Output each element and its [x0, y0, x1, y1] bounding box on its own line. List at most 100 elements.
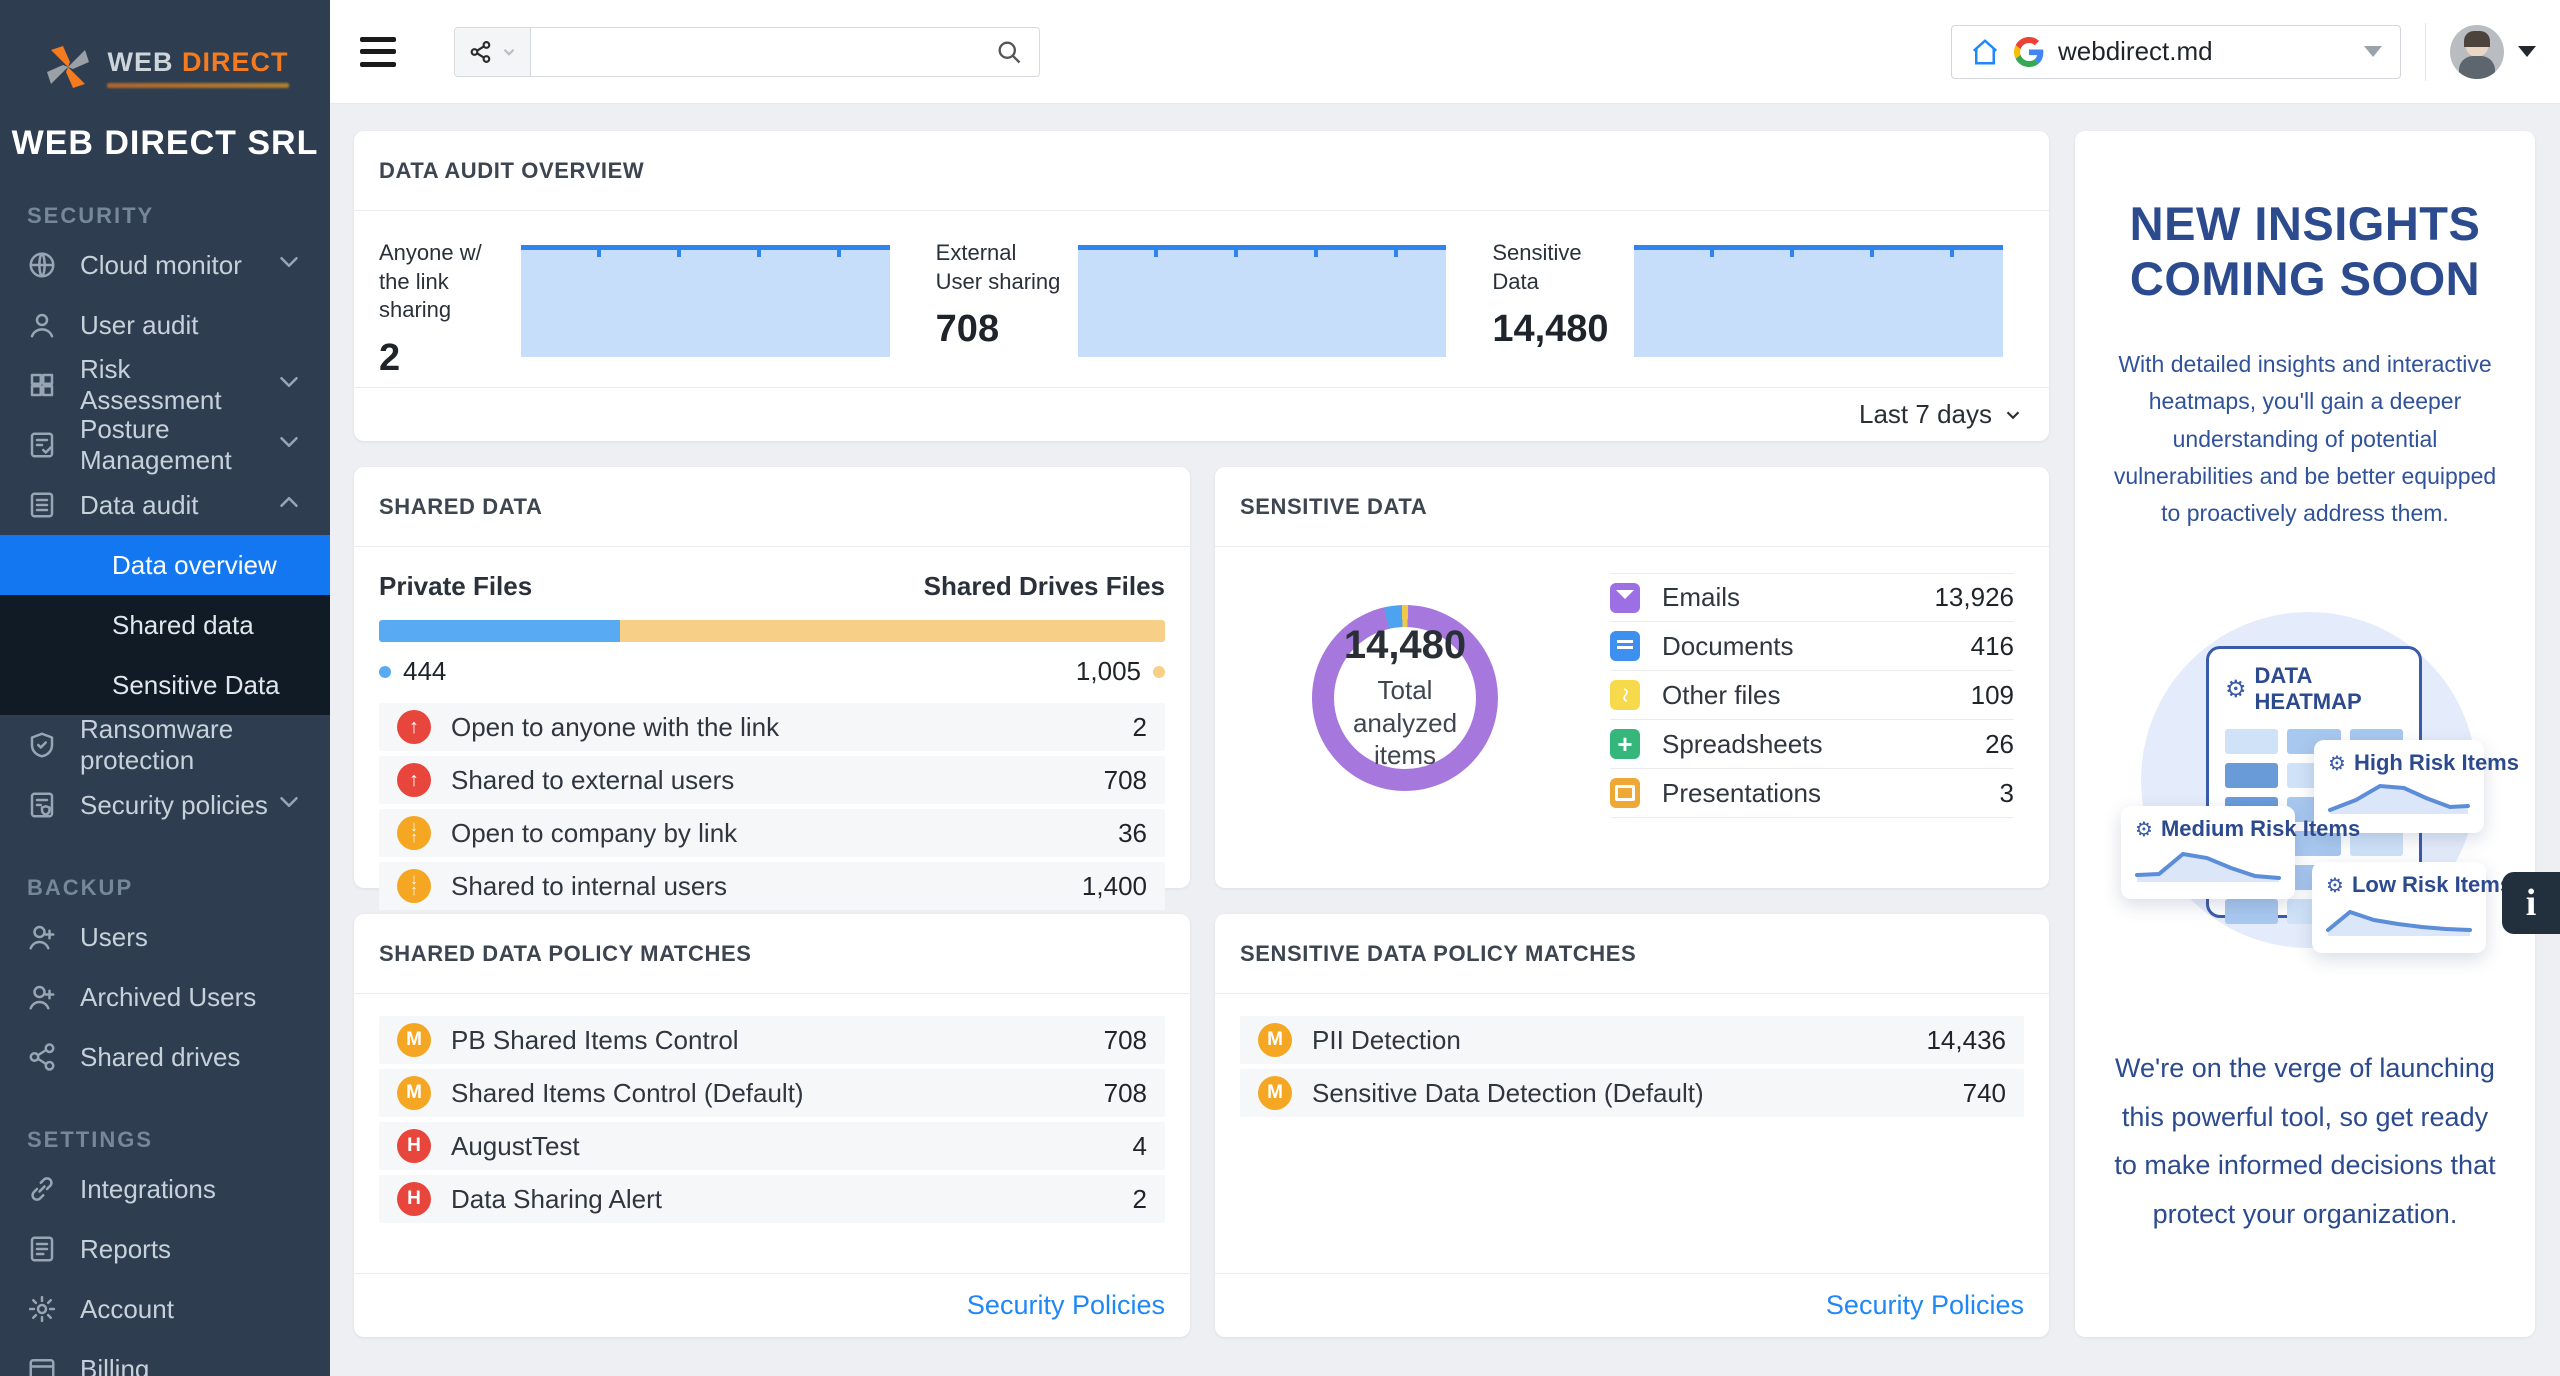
domain-label: webdirect.md [2058, 36, 2350, 67]
other-files-icon [1610, 680, 1640, 710]
card-title: SENSITIVE DATA [1215, 467, 2049, 547]
data-audit-overview-card: DATA AUDIT OVERVIEW Anyone w/ the link s… [354, 131, 2049, 441]
card-title: SHARED DATA [354, 467, 1190, 547]
document-shield-icon [26, 789, 58, 821]
high-policy-badge: H [397, 1129, 431, 1163]
gear-icon [26, 1293, 58, 1325]
sidebar-item-label: Ransomware protection [80, 714, 304, 776]
high-severity-icon: ↑ [397, 763, 431, 797]
policy-row[interactable]: H AugustTest 4 [379, 1122, 1165, 1170]
sparkline-chart [1634, 245, 2003, 357]
analyzed-items-donut-chart: 14,480 Total analyzed items [1312, 605, 1498, 791]
stat-sensitive-data: Sensitive Data 14,480 [1492, 239, 2049, 387]
sidebar-item-account[interactable]: Account [0, 1279, 330, 1339]
shared-data-row[interactable]: ↑ Open to anyone with the link 2 [379, 703, 1165, 751]
sidebar-item-ransomware-protection[interactable]: Ransomware protection [0, 715, 330, 775]
document-icon [26, 1233, 58, 1265]
policy-row[interactable]: M Shared Items Control (Default) 708 [379, 1069, 1165, 1117]
shared-data-row[interactable]: ↓↑ Open to company by link 36 [379, 809, 1165, 857]
sidebar-item-archived-users[interactable]: Archived Users [0, 967, 330, 1027]
avatar[interactable] [2450, 25, 2504, 79]
sidebar-item-posture-management[interactable]: Posture Management [0, 415, 330, 475]
stat-value: 708 [936, 308, 1068, 351]
user-plus-icon [26, 921, 58, 953]
sidebar-item-security-policies[interactable]: Security policies [0, 775, 330, 835]
donut-caption: Total analyzed items [1330, 674, 1480, 772]
shared-data-card: SHARED DATA Private Files Shared Drives … [354, 467, 1190, 888]
sidebar-item-reports[interactable]: Reports [0, 1219, 330, 1279]
app: WEB DIRECT WEB DIRECT SRL SECURITY Cloud… [0, 0, 2560, 1376]
policy-row[interactable]: M PII Detection 14,436 [1240, 1016, 2024, 1064]
chevron-down-icon [500, 43, 518, 61]
medium-policy-badge: M [397, 1023, 431, 1057]
info-fab-button[interactable]: i [2502, 872, 2560, 934]
file-type-row[interactable]: Emails 13,926 [1610, 573, 2014, 622]
sidebar-item-risk-assessment[interactable]: Risk Assessment [0, 355, 330, 415]
tenant-name: WEB DIRECT SRL [0, 124, 330, 163]
sidebar-item-billing[interactable]: Billing [0, 1339, 330, 1376]
logo-wordmark: WEB DIRECT [107, 47, 288, 78]
sidebar-item-label: User audit [80, 310, 199, 341]
policy-row[interactable]: H Data Sharing Alert 2 [379, 1175, 1165, 1223]
sidebar-item-shared-drives[interactable]: Shared drives [0, 1027, 330, 1087]
security-policies-link[interactable]: Security Policies [967, 1290, 1165, 1321]
sidebar-item-label: Account [80, 1294, 174, 1325]
chevron-down-icon [274, 787, 304, 824]
share-icon [468, 39, 494, 65]
logo-pinwheel-icon [41, 40, 95, 94]
sidebar-item-user-audit[interactable]: User audit [0, 295, 330, 355]
search-icon[interactable] [995, 38, 1023, 66]
file-type-row[interactable]: Presentations 3 [1610, 769, 2014, 818]
submenu-item-data-overview[interactable]: Data overview [0, 535, 330, 595]
sidebar-item-label: Billing [80, 1354, 149, 1376]
document-check-icon [26, 429, 58, 461]
blue-dot-icon [379, 666, 391, 678]
spreadsheets-icon [1610, 729, 1640, 759]
sidebar-item-users[interactable]: Users [0, 907, 330, 967]
file-type-row[interactable]: Documents 416 [1610, 622, 2014, 671]
shared-data-row[interactable]: ↑ Shared to external users 708 [379, 756, 1165, 804]
insights-paragraph-2: We're on the verge of launching this pow… [2109, 1044, 2501, 1238]
security-policies-link[interactable]: Security Policies [1826, 1290, 2024, 1321]
sidebar-item-label: Data audit [80, 490, 199, 521]
sidebar-item-cloud-monitor[interactable]: Cloud monitor [0, 235, 330, 295]
sidebar-item-label: Users [80, 922, 148, 953]
medium-severity-icon: ↓↑ [397, 816, 431, 850]
low-risk-chip: ⚙Low Risk Items [2312, 862, 2486, 953]
section-label-settings: SETTINGS [27, 1127, 330, 1153]
sidebar-item-data-audit[interactable]: Data audit [0, 475, 330, 535]
shared-data-row[interactable]: ↓↑ Shared to internal users 1,400 [379, 862, 1165, 910]
document-list-icon [26, 489, 58, 521]
private-files-label: Private Files [379, 571, 532, 602]
chevron-down-icon [274, 367, 304, 404]
search-scope-dropdown[interactable] [455, 28, 531, 76]
medium-policy-badge: M [1258, 1076, 1292, 1110]
private-files-value: 444 [403, 656, 446, 687]
file-type-row[interactable]: Spreadsheets 26 [1610, 720, 2014, 769]
insights-title: NEW INSIGHTS COMING SOON [2109, 197, 2501, 306]
sidebar-item-label: Cloud monitor [80, 250, 242, 281]
search-box [454, 27, 1040, 77]
content: DATA AUDIT OVERVIEW Anyone w/ the link s… [330, 104, 2560, 1376]
user-menu-caret[interactable] [2518, 46, 2536, 57]
donut-total: 14,480 [1344, 623, 1466, 668]
policy-row[interactable]: M Sensitive Data Detection (Default) 740 [1240, 1069, 2024, 1117]
home-icon [1970, 37, 2000, 67]
high-severity-icon: ↑ [397, 710, 431, 744]
sidebar-item-label: Shared drives [80, 1042, 240, 1073]
insights-paragraph: With detailed insights and interactive h… [2109, 346, 2501, 532]
stat-anyone-with-link: Anyone w/ the link sharing 2 [379, 239, 936, 387]
gear-icon: ⚙ [2328, 753, 2346, 773]
submenu-item-sensitive-data[interactable]: Sensitive Data [0, 655, 330, 715]
file-type-row[interactable]: Other files 109 [1610, 671, 2014, 720]
sidebar-item-integrations[interactable]: Integrations [0, 1159, 330, 1219]
user-plus-icon [26, 981, 58, 1013]
submenu-item-shared-data[interactable]: Shared data [0, 595, 330, 655]
domain-selector[interactable]: webdirect.md [1951, 25, 2401, 79]
logo-tagline [107, 83, 288, 88]
hamburger-menu-button[interactable] [360, 37, 396, 67]
topbar: webdirect.md [330, 0, 2560, 104]
period-dropdown[interactable]: Last 7 days [354, 387, 2049, 441]
search-input[interactable] [531, 38, 995, 66]
policy-row[interactable]: M PB Shared Items Control 708 [379, 1016, 1165, 1064]
